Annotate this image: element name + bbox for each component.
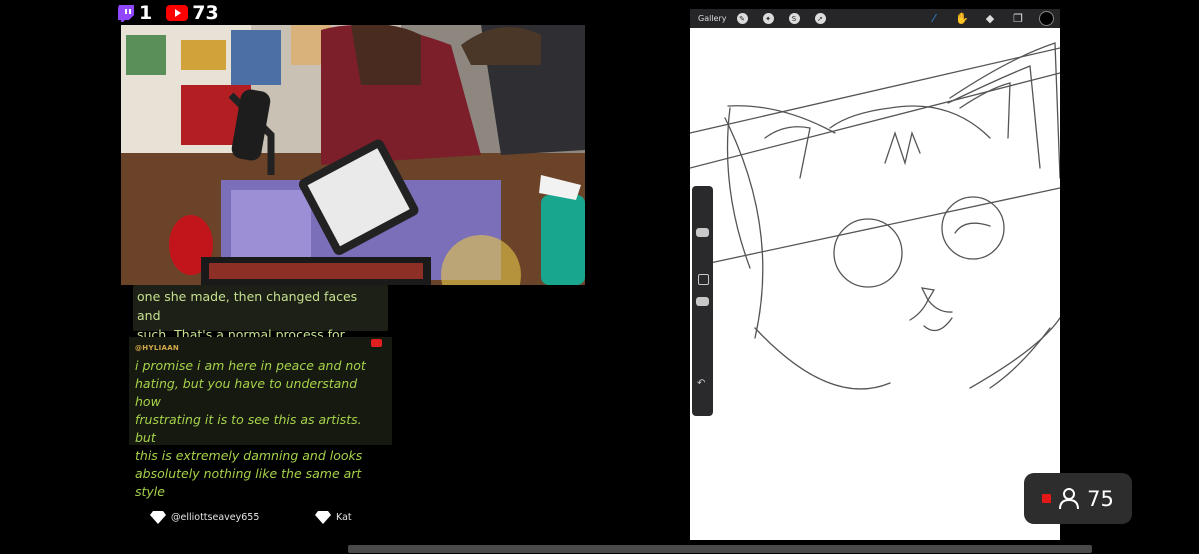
magic-wand-icon[interactable]: ✦ — [762, 13, 774, 24]
chat-message-partial: one she made, then changed faces and suc… — [133, 285, 388, 361]
toolbar-right: ⁄ ✋ ◆ ❐ — [927, 11, 1054, 26]
twitch-count: 1 — [139, 2, 153, 24]
youtube-viewers: 73 — [166, 2, 219, 24]
chat-message-line: i promise i am here in peace and not — [135, 358, 366, 373]
gift-username: Kat — [336, 512, 352, 523]
live-indicator-icon — [1042, 494, 1052, 503]
youtube-count: 73 — [192, 2, 219, 24]
chat-message-line: this is extremely damning and looks — [135, 448, 363, 463]
gift-entry: @elliottseavey655 — [150, 511, 259, 524]
chat-message: @HYLIAAN i promise i am here in peace an… — [129, 337, 392, 499]
webcam-scene — [121, 25, 585, 285]
chat-username: @HYLIAAN — [135, 344, 180, 352]
viewer-count: 75 — [1087, 486, 1114, 511]
selection-icon[interactable]: S — [788, 13, 800, 24]
color-picker-button[interactable] — [1039, 11, 1054, 26]
smudge-icon[interactable]: ✋ — [955, 12, 969, 26]
procreate-screen: Gallery ✎ ✦ S ➚ ⁄ ✋ ◆ ❐ — [690, 9, 1060, 540]
chat-message-line: frustrating it is to see this as artists… — [135, 412, 362, 445]
webcam-feed — [121, 25, 585, 285]
diamond-icon — [315, 511, 331, 524]
youtube-icon — [166, 5, 189, 21]
stream-stats-bar: 1 73 — [117, 2, 227, 24]
diamond-icon — [150, 511, 166, 524]
wrench-icon[interactable]: ✎ — [736, 13, 748, 24]
undo-icon[interactable]: ↶ — [697, 378, 705, 389]
brush-size-rail[interactable]: ↶ — [692, 186, 713, 416]
gallery-button[interactable]: Gallery — [698, 14, 727, 23]
brush-size-slider[interactable] — [696, 228, 709, 237]
gift-username: @elliottseavey655 — [171, 512, 260, 523]
twitch-viewers: 1 — [117, 2, 152, 24]
transform-icon[interactable]: ➚ — [814, 13, 826, 24]
live-viewer-badge: 75 — [1024, 473, 1132, 524]
brush-icon[interactable]: ⁄ — [927, 12, 941, 26]
youtube-badge-icon — [371, 339, 382, 347]
chat-message-line: hating, but you have to understand how — [135, 376, 358, 409]
chat-message-partial-line: one she made, then changed faces and — [137, 289, 358, 323]
horizontal-scrollbar[interactable] — [348, 545, 1092, 553]
layers-icon[interactable]: ❐ — [1011, 12, 1025, 26]
gift-entry: Kat — [315, 511, 352, 524]
twitch-icon — [118, 5, 134, 22]
eyedropper-button[interactable] — [698, 274, 709, 285]
chat-message-line: absolutely nothing like the same art sty… — [135, 466, 362, 499]
drawing-canvas[interactable] — [690, 28, 1060, 540]
eraser-icon[interactable]: ◆ — [983, 12, 997, 26]
procreate-toolbar: Gallery ✎ ✦ S ➚ ⁄ ✋ ◆ ❐ — [690, 9, 1060, 28]
opacity-slider[interactable] — [696, 297, 709, 306]
person-icon — [1059, 487, 1080, 509]
